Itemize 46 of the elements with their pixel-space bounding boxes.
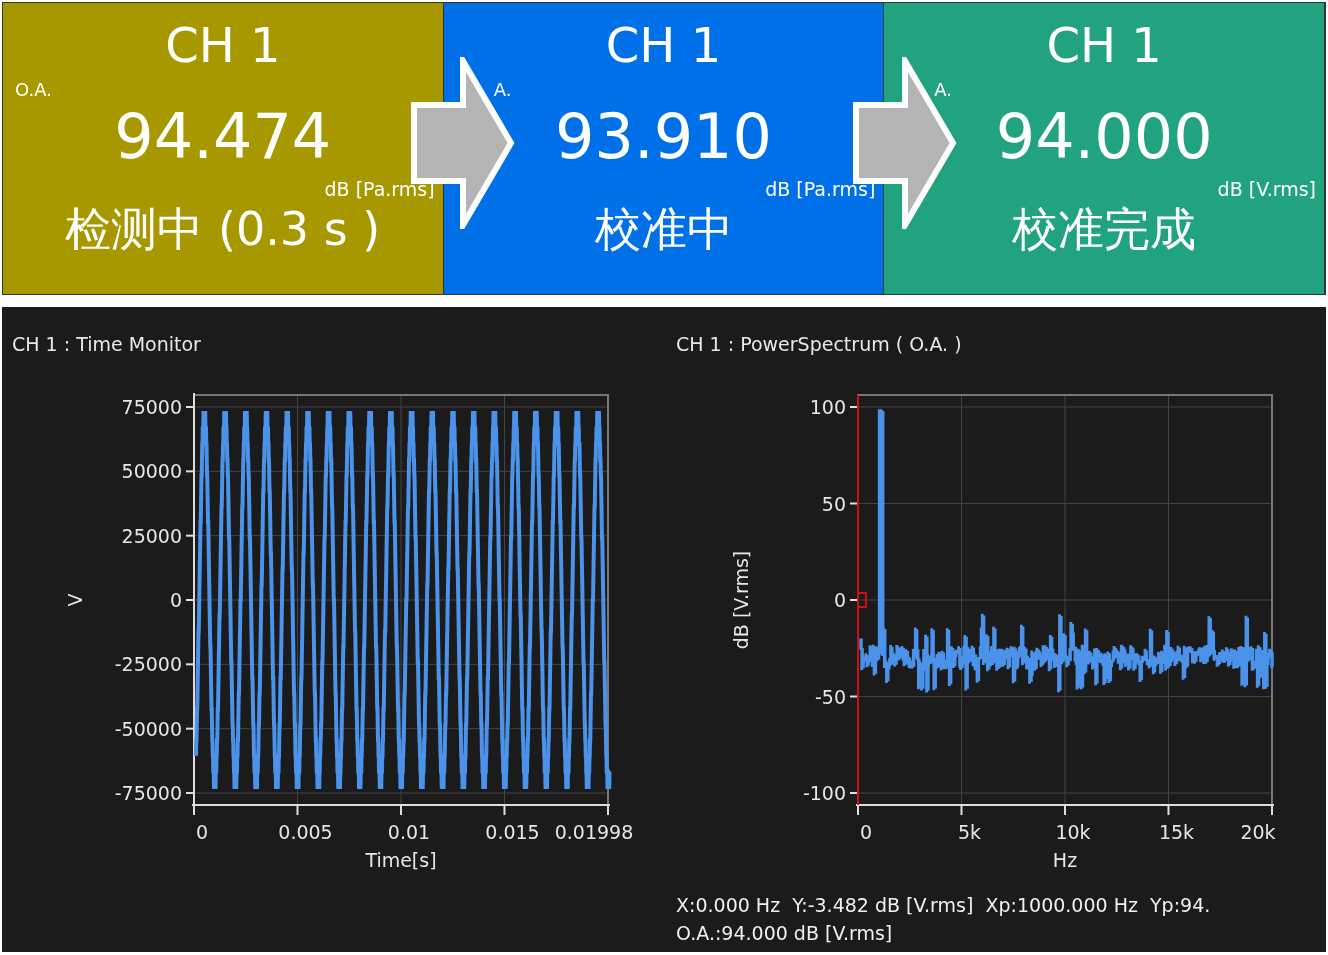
cursor-readout: X:0.000 Hz Y:-3.482 dB [V.rms] Xp:1000.000 Hz Yp:94. — [676, 894, 1211, 916]
status-text: 校准中 — [593, 201, 734, 257]
x-tick-label: 0.01 — [387, 821, 431, 843]
y-tick-label: -75000 — [114, 782, 182, 804]
y-tick-label: -25000 — [114, 653, 182, 676]
measure-label: O.A. — [15, 79, 52, 100]
y-tick-label: -100 — [802, 782, 846, 804]
chart-title: CH 1 : Time Monitor — [12, 333, 201, 355]
measure-label: A. — [493, 79, 512, 100]
x-tick-label: 15k — [1158, 821, 1195, 843]
unit-label: dB [Pa.rms] — [324, 178, 435, 200]
channel-title: CH 1 — [164, 17, 282, 73]
channel-title: CH 1 — [1045, 17, 1163, 73]
level-value: 94.474 — [113, 101, 333, 173]
y-tick-label: 75000 — [121, 396, 182, 418]
channel-title: CH 1 — [604, 17, 723, 73]
y-tick-label: -50 — [814, 685, 846, 708]
y-tick-label: 0 — [833, 589, 846, 611]
chart-title: CH 1 : PowerSpectrum ( O.A. ) — [676, 333, 962, 355]
y-tick-label: 50000 — [121, 460, 182, 483]
status-text: 校准完成 — [1011, 201, 1198, 257]
x-tick-label: 0.015 — [485, 821, 540, 843]
unit-label: dB [V.rms] — [1217, 178, 1316, 200]
x-tick-label: 0 — [195, 821, 209, 843]
y-tick-label: 50 — [821, 492, 846, 515]
x-tick-label: 10k — [1055, 821, 1091, 843]
y-axis-title: dB [V.rms] — [730, 550, 752, 650]
level-value: 93.910 — [554, 101, 773, 173]
y-tick-label: 0 — [169, 589, 182, 611]
x-tick-label: 0.005 — [278, 821, 333, 843]
x-axis-title: Hz — [1052, 849, 1078, 871]
y-axis-title: V — [64, 593, 86, 607]
x-tick-label: 5k — [957, 821, 982, 843]
x-tick-label: 0.01998 — [554, 821, 634, 843]
status-text: 检测中 (0.3 s ) — [64, 201, 382, 257]
y-tick-label: -50000 — [114, 717, 182, 740]
level-value: 94.000 — [994, 101, 1214, 173]
y-tick-label: 25000 — [121, 524, 182, 547]
measure-label: A. — [934, 79, 953, 100]
x-tick-label: 0 — [859, 821, 873, 843]
unit-label: dB [Pa.rms] — [765, 178, 876, 200]
x-axis-title: Time[s] — [365, 849, 437, 871]
cursor-readout: O.A.:94.000 dB [V.rms] — [676, 922, 893, 944]
y-tick-label: 100 — [809, 396, 846, 418]
x-tick-label: 20k — [1240, 821, 1276, 843]
cursor-marker[interactable] — [857, 592, 867, 608]
